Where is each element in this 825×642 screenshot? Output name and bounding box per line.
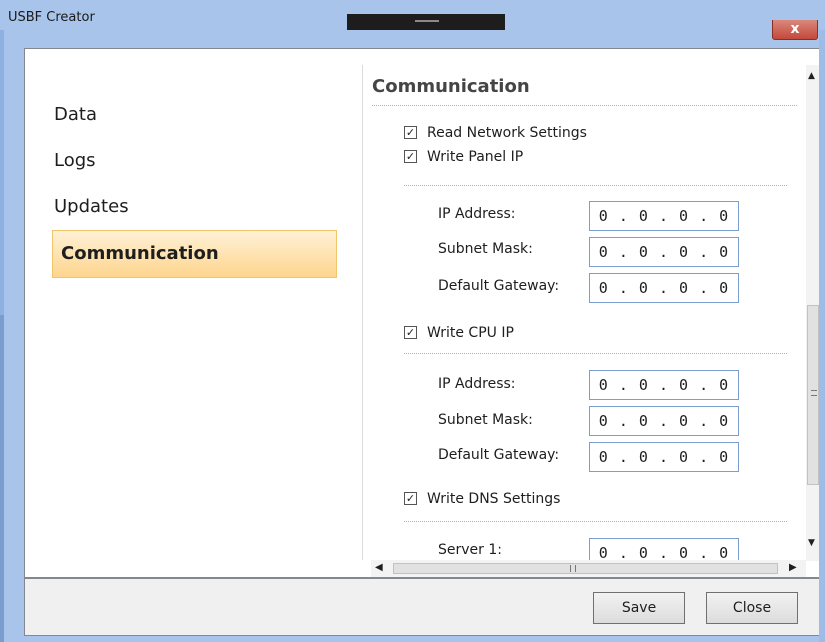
dns-server1-input[interactable]: 0 . 0 . 0 . 0 [589, 538, 739, 560]
close-window-button[interactable]: x [772, 20, 818, 40]
settings-panel: Communication ✓ Read Network Settings ✓ … [362, 65, 807, 560]
divider [404, 185, 787, 186]
panel-default-gateway-input[interactable]: 0 . 0 . 0 . 0 [589, 273, 739, 303]
sidebar-item-updates[interactable]: Updates [29, 184, 359, 230]
scroll-right-icon[interactable]: ▶ [789, 562, 797, 573]
checkbox-box: ✓ [404, 126, 417, 139]
drag-handle[interactable] [347, 14, 505, 30]
panel-default-gateway-label: Default Gateway: [438, 278, 560, 294]
cpu-ip-address-label: IP Address: [438, 376, 516, 392]
title-bar[interactable]: USBF Creator x [0, 0, 825, 40]
window-frame-right [819, 30, 825, 642]
horizontal-scrollbar[interactable]: ◀ ▶ [371, 560, 806, 577]
cpu-subnet-mask-label: Subnet Mask: [438, 412, 533, 428]
panel-ip-address-label: IP Address: [438, 206, 516, 222]
checkbox-box: ✓ [404, 492, 417, 505]
panel-subnet-mask-input[interactable]: 0 . 0 . 0 . 0 [589, 237, 739, 267]
vertical-scrollbar[interactable]: ▲ ▼ [806, 65, 819, 561]
grip-lines-icon [570, 565, 576, 572]
divider [372, 105, 797, 106]
window-title: USBF Creator [8, 10, 95, 25]
grip-lines-icon [415, 20, 439, 22]
sidebar-item-data[interactable]: Data [29, 92, 359, 138]
scroll-down-icon[interactable]: ▼ [808, 538, 815, 548]
close-button[interactable]: Close [706, 592, 798, 624]
dns-server1-label: Server 1: [438, 542, 502, 558]
panel-subnet-mask-label: Subnet Mask: [438, 241, 533, 257]
vertical-scroll-thumb[interactable] [807, 305, 819, 485]
cpu-ip-address-input[interactable]: 0 . 0 . 0 . 0 [589, 370, 739, 400]
grip-lines-icon [811, 390, 817, 396]
checkbox-box: ✓ [404, 326, 417, 339]
scroll-left-icon[interactable]: ◀ [375, 562, 383, 573]
sidebar-item-communication[interactable]: Communication [52, 230, 337, 278]
app-window: USBF Creator x Data Logs Updates Communi… [0, 0, 825, 642]
window-frame-left [0, 30, 4, 642]
save-button[interactable]: Save [593, 592, 685, 624]
sidebar-nav: Data Logs Updates Communication [29, 92, 359, 278]
scroll-up-icon[interactable]: ▲ [808, 71, 815, 81]
dialog-footer: Save Close [24, 578, 819, 636]
divider [404, 521, 787, 522]
cpu-subnet-mask-input[interactable]: 0 . 0 . 0 . 0 [589, 406, 739, 436]
checkbox-box: ✓ [404, 150, 417, 163]
sidebar-item-logs[interactable]: Logs [29, 138, 359, 184]
cpu-default-gateway-input[interactable]: 0 . 0 . 0 . 0 [589, 442, 739, 472]
panel-ip-address-input[interactable]: 0 . 0 . 0 . 0 [589, 201, 739, 231]
divider [404, 353, 787, 354]
section-title: Communication [372, 76, 530, 97]
horizontal-scroll-thumb[interactable] [393, 563, 778, 574]
cpu-default-gateway-label: Default Gateway: [438, 447, 560, 463]
